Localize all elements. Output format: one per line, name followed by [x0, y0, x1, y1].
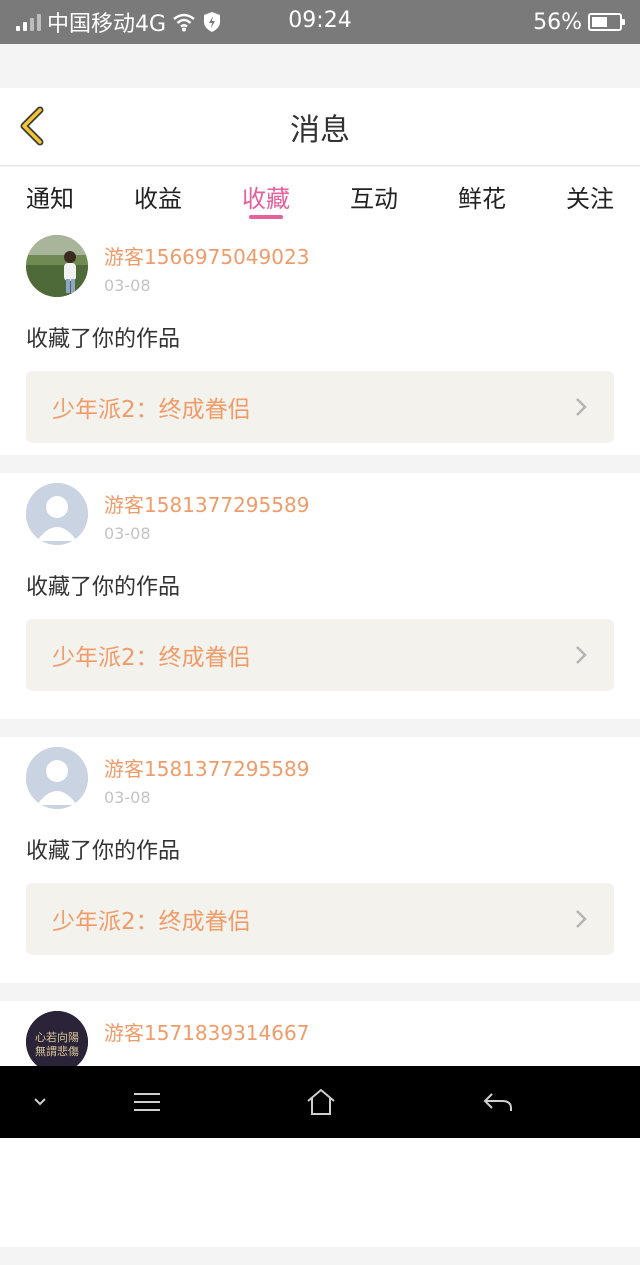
- avatar[interactable]: 心若向陽 無謂悲傷: [26, 1011, 88, 1073]
- battery-percent: 56%: [533, 9, 582, 35]
- message-text: 收藏了你的作品: [26, 839, 181, 864]
- list-item: 游客1566975049023 03-08 收藏了你的作品 少年派2：终成眷侣: [0, 225, 640, 455]
- list-item: 游客1581377295589 03-08 收藏了你的作品 少年派2：终成眷侣: [0, 737, 640, 983]
- work-title: 少年派2：终成眷侣: [52, 645, 251, 671]
- message-text: 收藏了你的作品: [26, 327, 181, 352]
- collapse-icon[interactable]: [20, 1084, 60, 1120]
- date: 03-08: [104, 524, 151, 543]
- username[interactable]: 游客1571839314667: [104, 1017, 309, 1046]
- menu-icon[interactable]: [127, 1084, 167, 1120]
- home-icon[interactable]: [301, 1084, 341, 1120]
- signal-icon: [16, 13, 41, 31]
- back-arrow-icon[interactable]: [14, 106, 54, 146]
- date: 03-08: [104, 788, 151, 807]
- avatar[interactable]: [26, 483, 88, 545]
- tab-flowers[interactable]: 鲜花: [458, 167, 506, 225]
- avatar[interactable]: [26, 235, 88, 297]
- username[interactable]: 游客1581377295589: [104, 753, 309, 782]
- tab-favorites[interactable]: 收藏: [242, 167, 290, 225]
- work-link[interactable]: 少年派2：终成眷侣: [26, 883, 614, 955]
- tab-bar: 通知 收益 收藏 互动 鲜花 关注: [0, 167, 640, 225]
- app-header: 消息: [0, 88, 640, 166]
- svg-text:無謂悲傷: 無謂悲傷: [35, 1044, 79, 1058]
- avatar[interactable]: [26, 747, 88, 809]
- shield-icon: [204, 12, 221, 32]
- tab-earnings[interactable]: 收益: [134, 167, 182, 225]
- username[interactable]: 游客1581377295589: [104, 489, 309, 518]
- message-text: 收藏了你的作品: [26, 575, 181, 600]
- chevron-right-icon: [576, 398, 587, 416]
- system-nav-bar: [0, 1066, 640, 1138]
- tab-follows[interactable]: 关注: [566, 167, 614, 225]
- carrier-label: 中国移动4G: [47, 12, 167, 37]
- work-title: 少年派2：终成眷侣: [52, 909, 251, 935]
- list-item: 游客1581377295589 03-08 收藏了你的作品 少年派2：终成眷侣: [0, 473, 640, 719]
- tab-notifications[interactable]: 通知: [26, 167, 74, 225]
- svg-text:心若向陽: 心若向陽: [35, 1030, 79, 1044]
- tab-interactions[interactable]: 互动: [350, 167, 398, 225]
- chevron-right-icon: [576, 910, 587, 928]
- status-bar: 中国移动4G 09:24 56%: [0, 0, 640, 44]
- date: 03-08: [104, 276, 151, 295]
- chevron-right-icon: [576, 646, 587, 664]
- battery-icon: [588, 13, 625, 31]
- wifi-icon: [173, 13, 195, 32]
- work-link[interactable]: 少年派2：终成眷侣: [26, 619, 614, 691]
- username[interactable]: 游客1566975049023: [104, 241, 309, 270]
- work-link[interactable]: 少年派2：终成眷侣: [26, 371, 614, 443]
- back-icon[interactable]: [478, 1084, 518, 1120]
- work-title: 少年派2：终成眷侣: [52, 397, 251, 423]
- page-title: 消息: [290, 112, 350, 148]
